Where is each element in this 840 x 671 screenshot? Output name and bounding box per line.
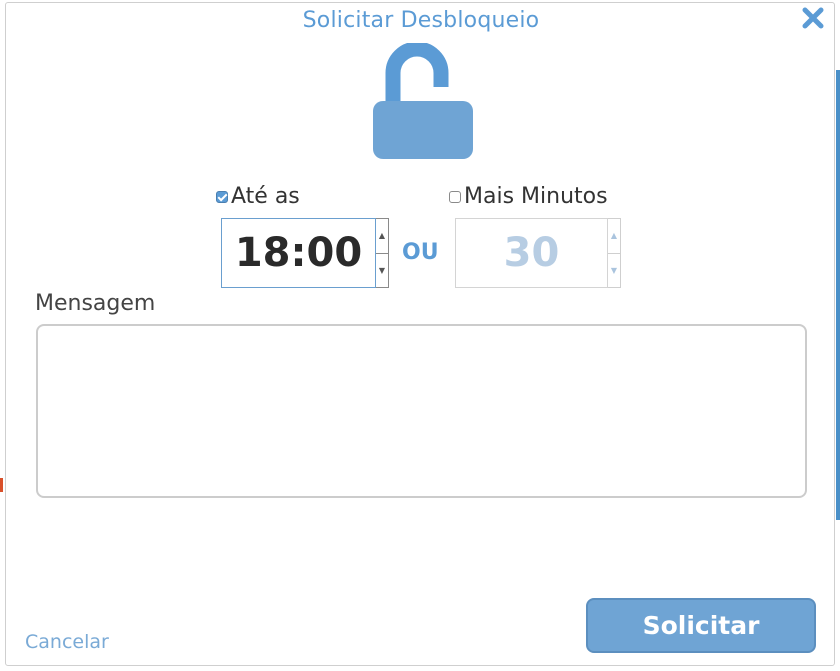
arrow-down-icon: ▼ (378, 265, 386, 275)
message-textarea[interactable] (36, 324, 807, 498)
arrow-up-icon: ▲ (610, 231, 618, 241)
time-spinner-arrows: ▲ ▼ (376, 218, 389, 288)
minutes-spinner[interactable]: 30 ▲ ▼ (455, 218, 621, 288)
background-scrollbar (836, 70, 840, 520)
arrow-up-icon: ▲ (378, 231, 386, 241)
mais-minutos-checkbox[interactable] (449, 190, 461, 203)
option-mais-minutos[interactable]: Mais Minutos (449, 184, 608, 209)
close-icon (802, 7, 824, 29)
ate-as-label: Até as (231, 184, 300, 209)
submit-button[interactable]: Solicitar (586, 598, 816, 653)
option-ate-as[interactable]: Até as (216, 184, 300, 209)
unlock-request-dialog: Solicitar Desbloqueio Até as Mais Minuto… (5, 2, 835, 666)
cancel-link[interactable]: Cancelar (25, 631, 109, 653)
arrow-down-icon: ▼ (610, 265, 618, 275)
time-decrement-button[interactable]: ▼ (376, 254, 388, 288)
mais-minutos-label: Mais Minutos (464, 184, 608, 209)
minutes-input[interactable]: 30 (455, 218, 608, 288)
minutes-increment-button[interactable]: ▲ (608, 219, 620, 254)
dialog-title: Solicitar Desbloqueio (302, 8, 540, 33)
time-input[interactable]: 18:00 (221, 218, 376, 288)
or-separator: OU (402, 240, 439, 265)
time-increment-button[interactable]: ▲ (376, 219, 388, 254)
unlocked-padlock-icon (371, 41, 475, 163)
minutes-spinner-arrows: ▲ ▼ (608, 218, 621, 288)
close-button[interactable] (800, 5, 826, 31)
time-spinner[interactable]: 18:00 ▲ ▼ (221, 218, 389, 288)
message-label: Mensagem (35, 291, 156, 316)
minutes-decrement-button[interactable]: ▼ (608, 254, 620, 288)
ate-as-checkbox[interactable] (216, 190, 228, 203)
background-marker (0, 478, 3, 492)
